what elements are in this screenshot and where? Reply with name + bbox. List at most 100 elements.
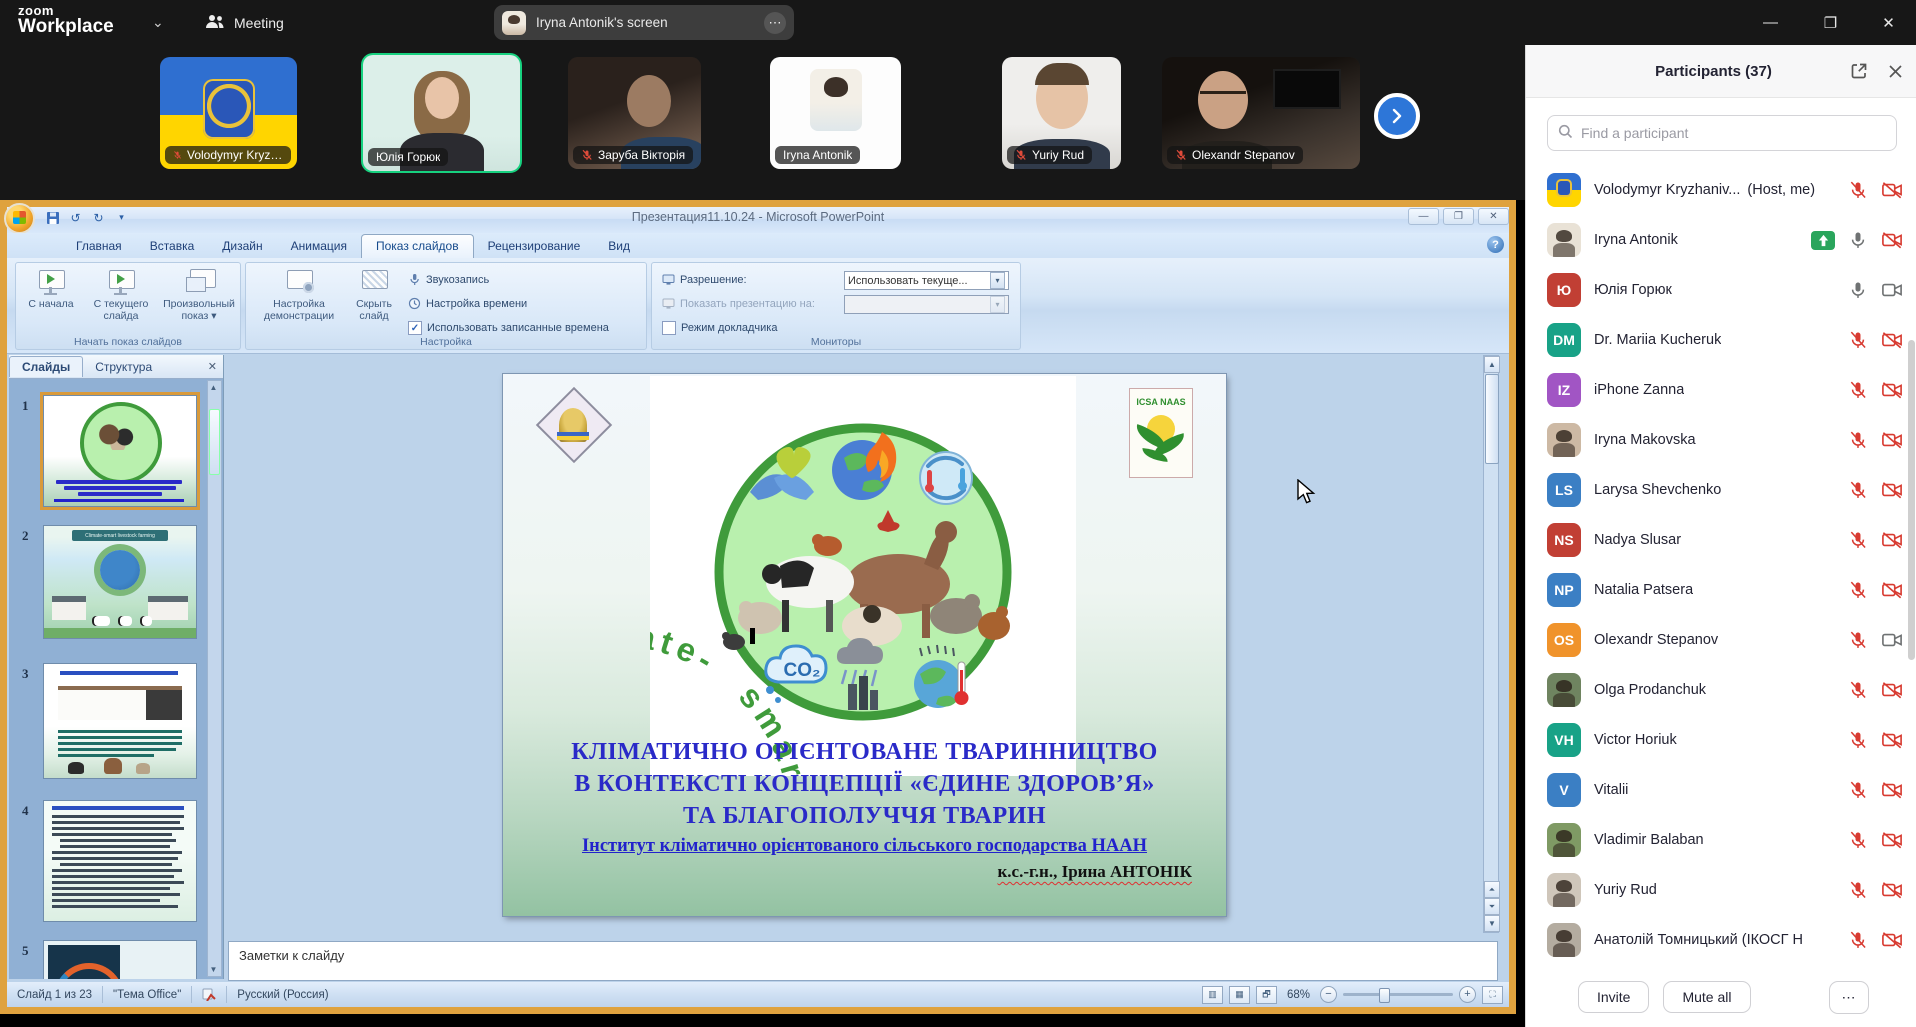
mic-muted-icon[interactable] <box>1848 530 1868 550</box>
normal-view-button[interactable]: ▥ <box>1202 986 1223 1004</box>
setup-slideshow-button[interactable]: Настройка демонстрации <box>254 269 344 322</box>
zoom-slider-thumb[interactable] <box>1379 988 1390 1003</box>
camera-off-icon[interactable] <box>1881 830 1903 850</box>
ppt-tab-3[interactable]: Дизайн <box>208 235 276 258</box>
scroll-up-icon[interactable]: ▲ <box>208 381 219 394</box>
mic-on-icon[interactable] <box>1848 230 1868 250</box>
more-actions-button[interactable]: ⋯ <box>1829 981 1869 1014</box>
participant-row[interactable]: ЮЮлія Горюк <box>1526 265 1916 315</box>
custom-slideshow-button[interactable]: Произвольный показ ▾ <box>162 269 236 322</box>
participant-row[interactable]: Iryna Antonik <box>1526 215 1916 265</box>
camera-off-icon[interactable] <box>1881 730 1903 750</box>
redo-icon[interactable]: ↻ <box>90 209 107 226</box>
slides-pane-scrollbar[interactable]: ▲ ▼ <box>207 380 222 977</box>
rehearse-timings-button[interactable]: Настройка времени <box>408 297 527 310</box>
scrollbar-thumb[interactable] <box>209 409 220 475</box>
camera-off-icon[interactable] <box>1881 530 1903 550</box>
camera-off-icon[interactable] <box>1881 480 1903 500</box>
slideshow-view-button[interactable]: 🗗 <box>1256 986 1277 1004</box>
ppt-tab-2[interactable]: Вставка <box>136 235 209 258</box>
institute-link[interactable]: Інститут кліматично орієнтованого сільсь… <box>503 836 1226 857</box>
restore-button[interactable]: ❐ <box>1803 0 1858 45</box>
mic-muted-icon[interactable] <box>1848 930 1868 950</box>
fit-to-window-button[interactable]: ⛶ <box>1482 986 1503 1004</box>
participant-row[interactable]: Анатолій Томницький (ІКОСГ Н <box>1526 915 1916 965</box>
participant-row[interactable]: Vladimir Balaban <box>1526 815 1916 865</box>
ppt-minimize-button[interactable]: — <box>1408 208 1439 225</box>
zoom-slider[interactable] <box>1343 993 1453 996</box>
camera-off-icon[interactable] <box>1881 930 1903 950</box>
participant-row[interactable]: Volodymyr Kryzhaniv...(Host, me) <box>1526 165 1916 215</box>
scroll-down-icon[interactable]: ▼ <box>208 963 219 976</box>
close-pane-icon[interactable]: ✕ <box>208 360 217 373</box>
mic-muted-icon[interactable] <box>1848 430 1868 450</box>
tab-shared-screen[interactable]: Iryna Antonik's screen ⋯ <box>494 5 794 40</box>
camera-on-icon[interactable] <box>1881 630 1903 650</box>
previous-slide-icon[interactable]: ⏶ <box>1484 881 1500 898</box>
ppt-tab-5[interactable]: Показ слайдов <box>361 234 474 258</box>
participant-row[interactable]: VVitalii <box>1526 765 1916 815</box>
mic-on-icon[interactable] <box>1848 280 1868 300</box>
mic-muted-icon[interactable] <box>1848 680 1868 700</box>
camera-off-icon[interactable] <box>1881 880 1903 900</box>
mic-muted-icon[interactable] <box>1848 380 1868 400</box>
camera-off-icon[interactable] <box>1881 580 1903 600</box>
help-icon[interactable]: ? <box>1487 236 1504 253</box>
mic-muted-icon[interactable] <box>1848 880 1868 900</box>
resolution-dropdown[interactable]: Использовать текуще... ▾ <box>844 271 1009 290</box>
participant-row[interactable]: Olga Prodanchuk <box>1526 665 1916 715</box>
mute-all-button[interactable]: Mute all <box>1663 981 1750 1013</box>
scroll-down-icon[interactable]: ▼ <box>1484 915 1500 932</box>
hide-slide-button[interactable]: Скрыть слайд <box>348 269 400 322</box>
language-status[interactable]: Русский (Россия) <box>227 986 338 1003</box>
save-icon[interactable] <box>44 209 61 226</box>
ppt-tab-6[interactable]: Рецензирование <box>474 235 595 258</box>
participant-row[interactable]: IZiPhone Zanna <box>1526 365 1916 415</box>
camera-on-icon[interactable] <box>1881 280 1903 300</box>
mic-muted-icon[interactable] <box>1848 330 1868 350</box>
mic-muted-icon[interactable] <box>1848 630 1868 650</box>
participant-row[interactable]: VHVictor Horiuk <box>1526 715 1916 765</box>
mic-muted-icon[interactable] <box>1848 830 1868 850</box>
from-current-slide-button[interactable]: С текущего слайда <box>84 269 158 322</box>
video-tile-2[interactable]: Юлія Горюк <box>363 55 520 171</box>
ppt-tab-7[interactable]: Вид <box>594 235 644 258</box>
presenter-view-checkbox[interactable]: Режим докладчика <box>662 321 777 335</box>
participant-row[interactable]: Iryna Makovska <box>1526 415 1916 465</box>
slide-thumbnail-4[interactable]: 4 <box>43 800 197 922</box>
find-participant-input[interactable]: Find a participant <box>1547 115 1897 151</box>
next-page-videos-button[interactable] <box>1374 93 1420 139</box>
video-tile-1[interactable]: Volodymyr Kryzhanivs... <box>160 57 297 169</box>
scroll-up-icon[interactable]: ▲ <box>1484 356 1500 373</box>
video-tile-4[interactable]: Iryna Antonik <box>770 57 901 169</box>
slide-thumbnail-2[interactable]: 2 Climate-smart livestock farming <box>43 525 197 639</box>
more-options-icon[interactable]: ⋯ <box>764 12 786 34</box>
slide-thumbnail-5[interactable]: 5 <box>43 940 197 979</box>
close-panel-icon[interactable] <box>1881 57 1909 85</box>
camera-off-icon[interactable] <box>1881 780 1903 800</box>
ppt-close-button[interactable]: ✕ <box>1478 208 1509 225</box>
slide-thumbnail-1[interactable]: 1 <box>43 395 197 507</box>
slide-thumbnail-3[interactable]: 3 <box>43 663 197 779</box>
participants-scrollbar[interactable] <box>1908 340 1915 660</box>
camera-off-icon[interactable] <box>1881 680 1903 700</box>
camera-off-icon[interactable] <box>1881 430 1903 450</box>
participant-row[interactable]: LSLarysa Shevchenko <box>1526 465 1916 515</box>
ppt-restore-button[interactable]: ❐ <box>1443 208 1474 225</box>
undo-icon[interactable]: ↺ <box>67 209 84 226</box>
ppt-tab-4[interactable]: Анимация <box>277 235 361 258</box>
video-tile-5[interactable]: Yuriy Rud <box>1002 57 1121 169</box>
video-tile-3[interactable]: Заруба Вікторія <box>568 57 701 169</box>
tab-meeting[interactable]: Meeting <box>205 8 284 38</box>
close-button[interactable]: ✕ <box>1861 0 1916 45</box>
next-slide-icon[interactable]: ⏷ <box>1484 898 1500 915</box>
participant-row[interactable]: OSOlexandr Stepanov <box>1526 615 1916 665</box>
tab-slides[interactable]: Слайды <box>9 356 83 377</box>
camera-off-icon[interactable] <box>1881 230 1903 250</box>
scrollbar-thumb[interactable] <box>1485 374 1499 464</box>
ppt-tab-1[interactable]: Главная <box>62 235 136 258</box>
slide-area-scrollbar[interactable]: ▲ ⏶ ⏷ ▼ <box>1483 355 1499 933</box>
use-timings-checkbox[interactable]: ✓ Использовать записанные времена <box>408 321 609 335</box>
participant-row[interactable]: DMDr. Mariia Kucheruk <box>1526 315 1916 365</box>
camera-off-icon[interactable] <box>1881 180 1903 200</box>
